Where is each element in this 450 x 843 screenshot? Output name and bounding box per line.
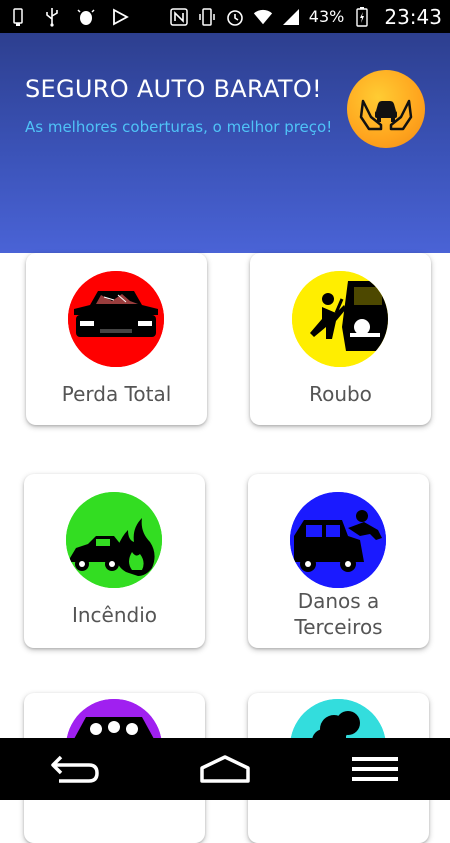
clock: 23:43 [384, 4, 442, 29]
nfc-icon [169, 7, 189, 27]
play-store-icon [110, 7, 130, 27]
usb-icon [8, 7, 28, 27]
page-title: SEGURO AUTO BARATO! [25, 75, 322, 103]
card-danos-a-terceiros[interactable]: Danos a Terceiros [248, 474, 429, 648]
navigation-bar [0, 738, 450, 800]
alarm-icon [225, 7, 245, 27]
home-icon [200, 755, 250, 783]
signal-icon [281, 7, 301, 27]
page-subtitle: As melhores coberturas, o melhor preço! [25, 118, 333, 136]
back-icon [51, 755, 99, 783]
card-label-line2: Terceiros [294, 615, 383, 639]
wifi-icon [253, 7, 273, 27]
card-incendio[interactable]: Incêndio [24, 474, 205, 648]
card-label: Danos a Terceiros [248, 588, 429, 640]
back-button[interactable] [43, 747, 107, 791]
car-hits-person-icon [290, 492, 386, 588]
card-label: Roubo [309, 382, 372, 406]
card-perda-total[interactable]: Perda Total [26, 253, 207, 425]
android-debug-icon [76, 7, 96, 27]
menu-button[interactable] [343, 747, 407, 791]
vibrate-icon [197, 7, 217, 27]
card-label: Perda Total [61, 382, 172, 406]
card-label: Incêndio [71, 603, 158, 627]
wrecked-car-icon [68, 271, 164, 367]
app-header: SEGURO AUTO BARATO! As melhores cobertur… [0, 33, 450, 253]
battery-charging-icon [352, 6, 372, 27]
battery-percent: 43% [308, 7, 345, 26]
car-theft-icon [292, 271, 388, 367]
home-button[interactable] [193, 747, 257, 791]
hands-car-icon [347, 70, 425, 148]
car-fire-icon [66, 492, 162, 588]
menu-icon [352, 757, 398, 781]
card-roubo[interactable]: Roubo [250, 253, 431, 425]
usb-debug-icon [42, 7, 62, 27]
card-label-line1: Danos a [297, 589, 380, 613]
status-bar: 43% 23:43 [0, 0, 450, 33]
